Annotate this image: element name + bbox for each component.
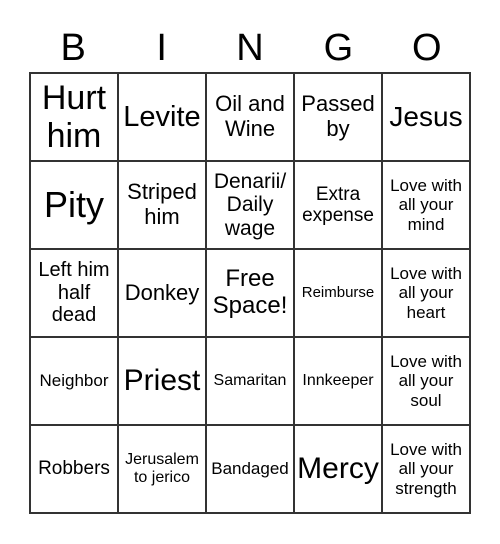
- free-space-cell[interactable]: Free Space!: [206, 249, 294, 337]
- bingo-cell[interactable]: Love with all your soul: [382, 337, 470, 425]
- bingo-cell[interactable]: Donkey: [118, 249, 206, 337]
- header-letter-o: O: [412, 27, 442, 69]
- header-letter-n: N: [236, 27, 264, 69]
- bingo-cell[interactable]: Neighbor: [30, 337, 118, 425]
- bingo-cell[interactable]: Mercy: [294, 425, 382, 513]
- bingo-cell[interactable]: Jesus: [382, 73, 470, 161]
- header-letter-b: B: [60, 27, 86, 69]
- bingo-cell[interactable]: Denarii/ Daily wage: [206, 161, 294, 249]
- header-letter-i: I: [156, 27, 167, 69]
- bingo-cell[interactable]: Passed by: [294, 73, 382, 161]
- bingo-cell[interactable]: Priest: [118, 337, 206, 425]
- bingo-cell[interactable]: Love with all your mind: [382, 161, 470, 249]
- bingo-cell[interactable]: Love with all your strength: [382, 425, 470, 513]
- bingo-cell[interactable]: Samaritan: [206, 337, 294, 425]
- bingo-cell[interactable]: Oil and Wine: [206, 73, 294, 161]
- bingo-cell[interactable]: Left him half dead: [30, 249, 118, 337]
- bingo-cell[interactable]: Innkeeper: [294, 337, 382, 425]
- bingo-header: B I N G O: [29, 24, 471, 72]
- bingo-cell[interactable]: Striped him: [118, 161, 206, 249]
- bingo-cell[interactable]: Hurt him: [30, 73, 118, 161]
- bingo-cell[interactable]: Bandaged: [206, 425, 294, 513]
- bingo-grid: Hurt him Levite Oil and Wine Passed by J…: [29, 72, 471, 514]
- bingo-cell[interactable]: Robbers: [30, 425, 118, 513]
- bingo-cell[interactable]: Reimburse: [294, 249, 382, 337]
- header-letter-g: G: [323, 27, 354, 69]
- bingo-cell[interactable]: Love with all your heart: [382, 249, 470, 337]
- bingo-cell[interactable]: Pity: [30, 161, 118, 249]
- bingo-cell[interactable]: Levite: [118, 73, 206, 161]
- bingo-cell[interactable]: Extra expense: [294, 161, 382, 249]
- bingo-cell[interactable]: Jerusalem to jerico: [118, 425, 206, 513]
